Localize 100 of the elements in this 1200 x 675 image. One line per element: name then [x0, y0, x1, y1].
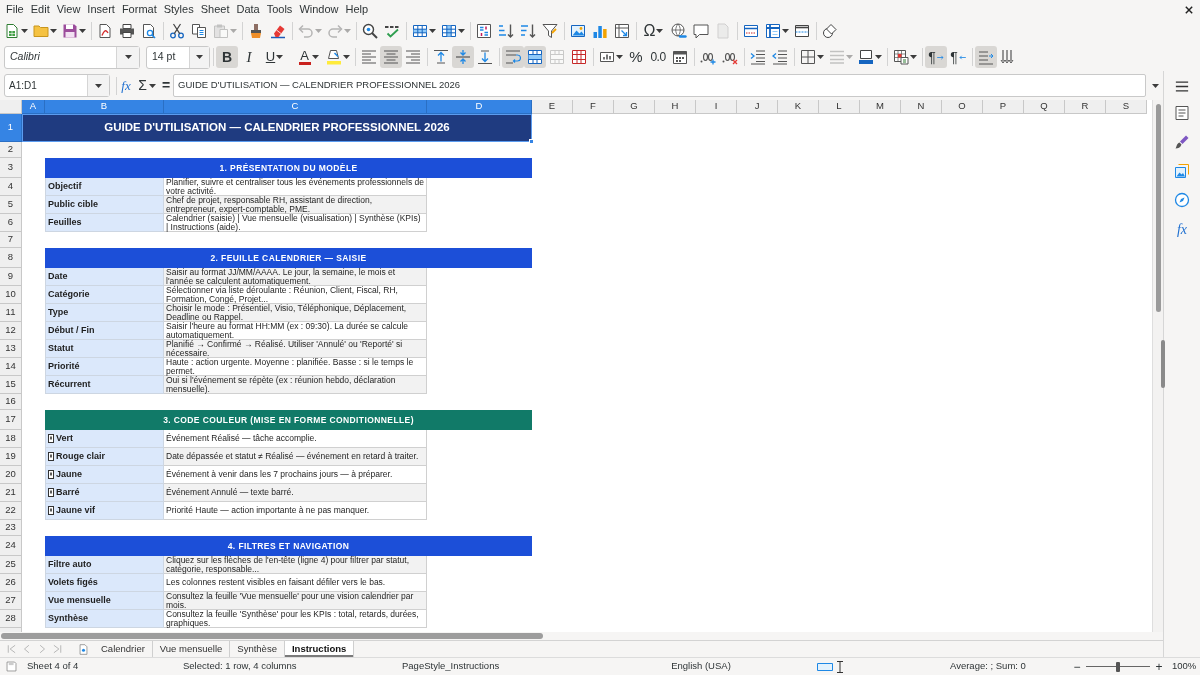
- row-header[interactable]: 4: [0, 178, 22, 196]
- fill-handle[interactable]: [529, 139, 534, 144]
- row-header[interactable]: 17: [0, 410, 22, 430]
- label-cell[interactable]: Date: [45, 268, 164, 286]
- column-header[interactable]: K: [778, 100, 819, 114]
- row-header[interactable]: 27: [0, 592, 22, 610]
- italic-button[interactable]: I: [238, 46, 260, 68]
- description-cell[interactable]: Événement à venir dans les 7 prochains jours — à préparer.: [164, 466, 427, 484]
- label-cell[interactable]: Statut: [45, 340, 164, 358]
- left-to-right-button[interactable]: ¶: [925, 46, 947, 68]
- description-cell[interactable]: Date dépassée et statut ≠ Réalisé — événement en retard à traiter.: [164, 448, 427, 466]
- row-header[interactable]: 8: [0, 248, 22, 268]
- description-cell[interactable]: Haute : action urgente. Moyenne : planifiée. Basse : si le temps le permet.: [164, 358, 427, 376]
- row-header[interactable]: 20: [0, 466, 22, 484]
- row-header[interactable]: 5: [0, 196, 22, 214]
- menu-item[interactable]: Format: [121, 3, 157, 16]
- row-header[interactable]: 11: [0, 304, 22, 322]
- row-header[interactable]: 15: [0, 376, 22, 394]
- column-header[interactable]: F: [573, 100, 614, 114]
- special-character-button[interactable]: Ω: [639, 20, 668, 42]
- formula-input[interactable]: GUIDE D'UTILISATION — CALENDRIER PROFESSIONNEL 2026: [173, 74, 1146, 97]
- label-cell[interactable]: Récurrent: [45, 376, 164, 394]
- section-heading-cell[interactable]: 1. PRÉSENTATION DU MODÈLE: [45, 158, 532, 178]
- dropdown-button[interactable]: [87, 75, 109, 96]
- row-header[interactable]: 21: [0, 484, 22, 502]
- label-cell[interactable]: Priorité: [45, 358, 164, 376]
- label-cell[interactable]: Barré: [45, 484, 164, 502]
- percent-button[interactable]: %: [625, 46, 647, 68]
- row-header[interactable]: 16: [0, 394, 22, 410]
- row-header[interactable]: 25: [0, 556, 22, 574]
- column-header[interactable]: Q: [1024, 100, 1065, 114]
- row-header[interactable]: 22: [0, 502, 22, 520]
- column-header[interactable]: L: [819, 100, 860, 114]
- zoom-slider[interactable]: [1086, 661, 1150, 672]
- horizontal-scrollbar-thumb[interactable]: [1, 633, 543, 639]
- column-header[interactable]: A: [22, 100, 45, 114]
- menu-item[interactable]: Tools: [266, 3, 293, 16]
- column-header[interactable]: E: [532, 100, 573, 114]
- zoom-in-button[interactable]: +: [1152, 659, 1166, 674]
- description-cell[interactable]: Cliquez sur les flèches de l'en-tête (ligne 4) pour filtrer par statut, catégorie, responsable...: [164, 556, 427, 574]
- description-cell[interactable]: Consultez la feuille 'Synthèse' pour les KPIs : total, retards, durées, graphiques.: [164, 610, 427, 628]
- column-header[interactable]: I: [696, 100, 737, 114]
- slider-thumb[interactable]: [1116, 661, 1120, 672]
- description-cell[interactable]: Événement Annulé — texte barré.: [164, 484, 427, 502]
- menu-item[interactable]: Insert: [87, 3, 115, 16]
- section-heading-cell[interactable]: 2. FEUILLE CALENDRIER — SAISIE: [45, 248, 532, 268]
- description-cell[interactable]: Choisir le mode : Présentiel, Visio, Téléphonique, Déplacement, Deadline ou Rappel.: [164, 304, 427, 322]
- column-header[interactable]: N: [901, 100, 942, 114]
- column-header[interactable]: O: [942, 100, 983, 114]
- sheet-tab[interactable]: Calendrier: [94, 641, 153, 657]
- row-header[interactable]: 2: [0, 142, 22, 158]
- functions-button[interactable]: fx: [1170, 221, 1194, 237]
- row-header[interactable]: 28: [0, 610, 22, 628]
- row-header[interactable]: 13: [0, 340, 22, 358]
- font-name-field[interactable]: Calibri: [4, 45, 140, 69]
- title-cell[interactable]: GUIDE D'UTILISATION — CALENDRIER PROFESSIONNEL 2026: [22, 114, 532, 142]
- label-cell[interactable]: Rouge clair: [45, 448, 164, 466]
- zoom-level[interactable]: 100%: [1172, 659, 1197, 674]
- row-header[interactable]: 7: [0, 232, 22, 248]
- label-cell[interactable]: Filtre auto: [45, 556, 164, 574]
- column-header[interactable]: J: [737, 100, 778, 114]
- merge-center-button[interactable]: [524, 46, 546, 68]
- function-wizard-button[interactable]: fx: [117, 75, 135, 96]
- row-header[interactable]: 26: [0, 574, 22, 592]
- description-cell[interactable]: Événement Réalisé — tâche accomplie.: [164, 430, 427, 448]
- row-header[interactable]: 24: [0, 536, 22, 556]
- sidebar-resize-handle[interactable]: [1161, 340, 1165, 388]
- language-label[interactable]: English (USA): [671, 659, 731, 674]
- description-cell[interactable]: Chef de projet, responsable RH, assistant de direction, entrepreneur, expert-comptable, PME.: [164, 196, 427, 214]
- section-heading-cell[interactable]: 4. FILTRES ET NAVIGATION: [45, 536, 532, 556]
- label-cell[interactable]: Début / Fin: [45, 322, 164, 340]
- description-cell[interactable]: Saisir l'heure au format HH:MM (ex : 09:30). La durée se calcule automatiquement.: [164, 322, 427, 340]
- column-header[interactable]: P: [983, 100, 1024, 114]
- underline-button[interactable]: U: [260, 46, 289, 68]
- number-button[interactable]: 0.0: [647, 46, 669, 68]
- menu-item[interactable]: View: [56, 3, 81, 16]
- dropdown-button[interactable]: [116, 46, 139, 68]
- right-to-left-button[interactable]: ¶: [947, 46, 969, 68]
- sheet-tab[interactable]: Synthèse: [230, 641, 285, 657]
- description-cell[interactable]: Les colonnes restent visibles en faisant défiler vers le bas.: [164, 574, 427, 592]
- row-header[interactable]: 12: [0, 322, 22, 340]
- label-cell[interactable]: Objectif: [45, 178, 164, 196]
- description-cell[interactable]: Consultez la feuille 'Vue mensuelle' pour une vision calendrier par mois.: [164, 592, 427, 610]
- font-size-field[interactable]: 14 pt: [146, 45, 210, 69]
- row-header[interactable]: 19: [0, 448, 22, 466]
- scrollbar-thumb[interactable]: [1155, 104, 1161, 312]
- description-cell[interactable]: Planifier, suivre et centraliser tous les événements professionnels de votre activité.: [164, 178, 427, 196]
- label-cell[interactable]: Jaune: [45, 466, 164, 484]
- menu-item[interactable]: Edit: [30, 3, 50, 16]
- row-header[interactable]: 18: [0, 430, 22, 448]
- label-cell[interactable]: Type: [45, 304, 164, 322]
- menu-item[interactable]: File: [6, 3, 24, 16]
- dropdown-button[interactable]: [189, 46, 209, 68]
- label-cell[interactable]: Synthèse: [45, 610, 164, 628]
- row-header[interactable]: 14: [0, 358, 22, 376]
- row-header[interactable]: 3: [0, 158, 22, 178]
- label-cell[interactable]: Catégorie: [45, 286, 164, 304]
- menu-item[interactable]: Help: [345, 3, 369, 16]
- description-cell[interactable]: Oui si l'événement se répète (ex : réunion hebdo, déclaration mensuelle).: [164, 376, 427, 394]
- row-header[interactable]: 1: [0, 114, 22, 142]
